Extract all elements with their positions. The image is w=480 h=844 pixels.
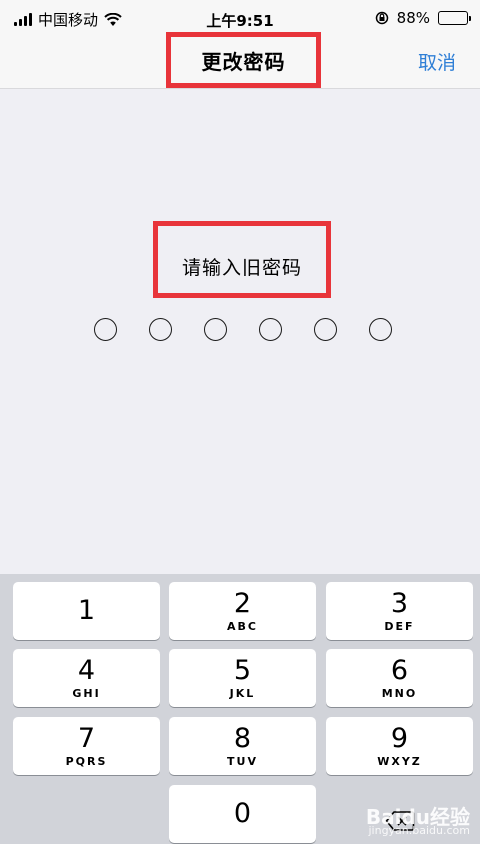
- key-2[interactable]: 2 ABC: [169, 582, 316, 640]
- key-digit: 6: [390, 655, 409, 686]
- passcode-prompt: 请输入旧密码: [181, 257, 302, 279]
- numeric-keypad: 0 9 WXYZ 8 TUV 7 PQRS 6 MNO 5 JKL 4 GHI 3 DEF 2 ABC 1 Bai…: [0, 574, 480, 844]
- passcode-dot: [204, 318, 227, 341]
- key-4[interactable]: 4 GHI: [13, 649, 160, 707]
- key-letters: TUV: [227, 755, 258, 768]
- key-digit: 8: [233, 723, 252, 754]
- key-letters: WXYZ: [377, 755, 422, 768]
- key-digit: 9: [390, 723, 409, 754]
- prompt-highlight-box: 请输入旧密码: [153, 221, 331, 298]
- key-9[interactable]: 9 WXYZ: [326, 717, 473, 775]
- key-letters: ABC: [227, 620, 258, 633]
- watermark-brand: Baidu经验: [365, 805, 470, 829]
- key-digit: 5: [233, 655, 252, 686]
- passcode-dot: [94, 318, 117, 341]
- status-right: 88%: [375, 9, 471, 27]
- rotation-lock-icon: [375, 11, 388, 25]
- title-highlight-box: 更改密码: [166, 32, 321, 88]
- key-7[interactable]: 7 PQRS: [13, 717, 160, 775]
- passcode-dot: [314, 318, 337, 341]
- key-0[interactable]: 0: [169, 785, 316, 843]
- watermark-url: jingyan.baidu.com: [368, 824, 470, 837]
- key-letters: PQRS: [65, 755, 108, 768]
- key-digit: 3: [390, 588, 409, 619]
- key-5[interactable]: 5 JKL: [169, 649, 316, 707]
- passcode-dot: [149, 318, 172, 341]
- key-6[interactable]: 6 MNO: [326, 649, 473, 707]
- key-8[interactable]: 8 TUV: [169, 717, 316, 775]
- battery-icon: [438, 11, 471, 25]
- key-digit: 7: [77, 723, 96, 754]
- key-digit: 0: [233, 798, 252, 829]
- battery-percent: 88%: [396, 9, 430, 27]
- key-1[interactable]: 1: [13, 582, 160, 640]
- cancel-button[interactable]: 取消: [418, 48, 456, 75]
- key-letters: MNO: [381, 687, 418, 700]
- key-digit: 4: [77, 655, 96, 686]
- passcode-dot: [259, 318, 282, 341]
- key-3[interactable]: 3 DEF: [326, 582, 473, 640]
- key-letters: JKL: [229, 687, 256, 700]
- navigation-bar: 更改密码 取消: [0, 32, 480, 89]
- passcode-dots: [94, 318, 392, 341]
- passcode-dot: [369, 318, 392, 341]
- key-letters: GHI: [72, 687, 101, 700]
- key-digit: 2: [233, 588, 252, 619]
- page-title: 更改密码: [201, 49, 286, 74]
- baidu-watermark: Baidu经验 jingyan.baidu.com: [365, 805, 470, 838]
- key-digit: 1: [77, 595, 96, 626]
- key-letters: DEF: [384, 620, 415, 633]
